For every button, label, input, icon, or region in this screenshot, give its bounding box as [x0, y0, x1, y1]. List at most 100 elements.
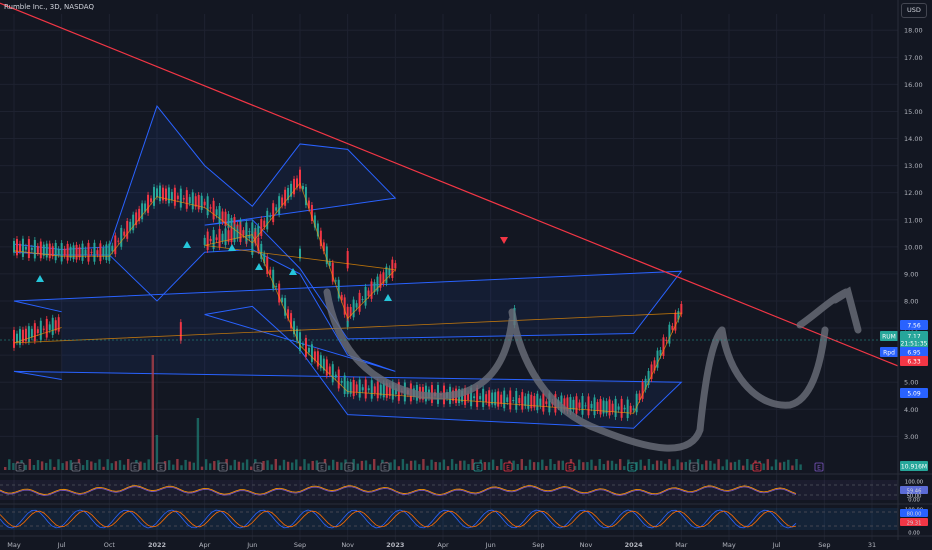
candle-body: [299, 248, 301, 259]
candle-body: [96, 250, 99, 255]
candle-body: [539, 398, 542, 406]
candle-body: [328, 366, 331, 375]
earnings-marker-label: E: [320, 465, 324, 472]
volume-bar: [176, 459, 179, 470]
candle-body: [114, 235, 117, 255]
volume-bar: [262, 460, 265, 470]
candle-body: [500, 394, 503, 404]
volume-bar: [368, 464, 372, 470]
candle-body: [218, 206, 221, 224]
candle-body: [36, 246, 39, 253]
volume-bar: [414, 460, 417, 470]
earnings-marker-label: E: [256, 465, 260, 472]
candle-body: [617, 406, 620, 410]
candle-body: [200, 195, 203, 210]
volume-bar: [213, 461, 216, 470]
candle-body: [608, 399, 611, 416]
volume-bar: [578, 459, 581, 470]
currency-button[interactable]: USD: [901, 3, 927, 18]
volume-bar: [660, 460, 663, 470]
candle-body: [150, 198, 153, 202]
x-tick-label: 2024: [625, 541, 644, 549]
candle-body: [569, 397, 572, 412]
volume-bar: [774, 459, 778, 470]
volume-bar: [746, 459, 749, 470]
candle-body: [90, 251, 93, 253]
x-tick-label: Nov: [341, 541, 354, 549]
volume-bar: [188, 461, 191, 470]
y-tick-label: 15.00: [904, 108, 923, 116]
candle-body: [179, 188, 182, 208]
candle-body: [473, 396, 476, 399]
volume-bar: [614, 463, 618, 470]
volume-bar: [106, 459, 109, 470]
candle-body: [623, 407, 626, 410]
volume-bar: [340, 462, 343, 470]
candle-body: [299, 332, 301, 351]
price-label: 6.95: [907, 350, 921, 357]
candle-body: [611, 403, 614, 412]
buy-signal-triangle: [36, 275, 44, 282]
volume-bar: [672, 466, 675, 470]
volume-bar: [553, 463, 556, 470]
candle-body: [51, 246, 54, 257]
earnings-marker: E: [627, 462, 637, 472]
earnings-marker: E: [380, 462, 390, 472]
volume-bar: [442, 459, 446, 470]
volume-bar: [487, 462, 491, 470]
candle-body: [117, 240, 120, 242]
stoch-label: 0.00: [908, 530, 920, 536]
candle-body: [36, 329, 39, 334]
candle-body: [476, 387, 479, 407]
candle-body: [63, 248, 66, 256]
volume-bar: [237, 461, 241, 470]
stoch-label: 80.00: [907, 511, 922, 517]
price-chart[interactable]: 18.00 17.00 16.00 15.00 14.00 13.00 12.00 11.00…: [0, 0, 932, 550]
x-tick-label: Sep: [294, 541, 306, 549]
x-tick-label: Apr: [199, 541, 211, 549]
y-tick-label: 11.00: [904, 216, 923, 224]
volume-bar: [57, 459, 60, 470]
price-label: 21:51:35: [901, 341, 928, 348]
candle-body: [575, 396, 578, 414]
candle-body: [352, 299, 355, 318]
x-tick-label: Sep: [532, 541, 544, 549]
earnings-marker: E: [752, 462, 762, 472]
volume-bar: [655, 460, 659, 470]
volume-bar: [114, 461, 118, 470]
candle-body: [248, 231, 251, 233]
earnings-marker-label: E: [817, 465, 821, 472]
volume-bar: [405, 463, 409, 470]
volume-bar: [799, 464, 802, 470]
candle-body: [48, 243, 51, 259]
earnings-marker: E: [473, 462, 483, 472]
candle-body: [123, 231, 126, 236]
candle-body: [78, 247, 81, 258]
candle-body: [176, 195, 179, 200]
volume-bar: [307, 463, 310, 470]
candle-body: [542, 393, 545, 412]
volume-bar: [209, 463, 212, 470]
candle-body: [27, 239, 30, 258]
volume-bar: [783, 461, 786, 470]
volume-bar: [450, 459, 454, 470]
candle-body: [15, 239, 18, 256]
volume-bar: [737, 459, 741, 470]
volume-bar: [787, 459, 790, 470]
stoch-label: 29.31: [907, 520, 922, 526]
volume-bar: [233, 459, 236, 470]
candle-body: [236, 229, 239, 239]
candle-body: [307, 347, 310, 353]
volume-bar: [778, 462, 782, 470]
candle-body: [170, 191, 173, 201]
volume-bar: [557, 460, 560, 470]
candle-body: [352, 379, 355, 397]
x-tick-label: 2023: [386, 541, 404, 549]
volume-bar: [701, 464, 704, 470]
y-tick-label: 9.00: [904, 270, 918, 278]
candle-body: [355, 384, 358, 393]
volume-bar: [651, 464, 655, 470]
volume-bar: [127, 459, 130, 470]
candle-body: [75, 244, 78, 260]
candle-body: [358, 379, 361, 398]
